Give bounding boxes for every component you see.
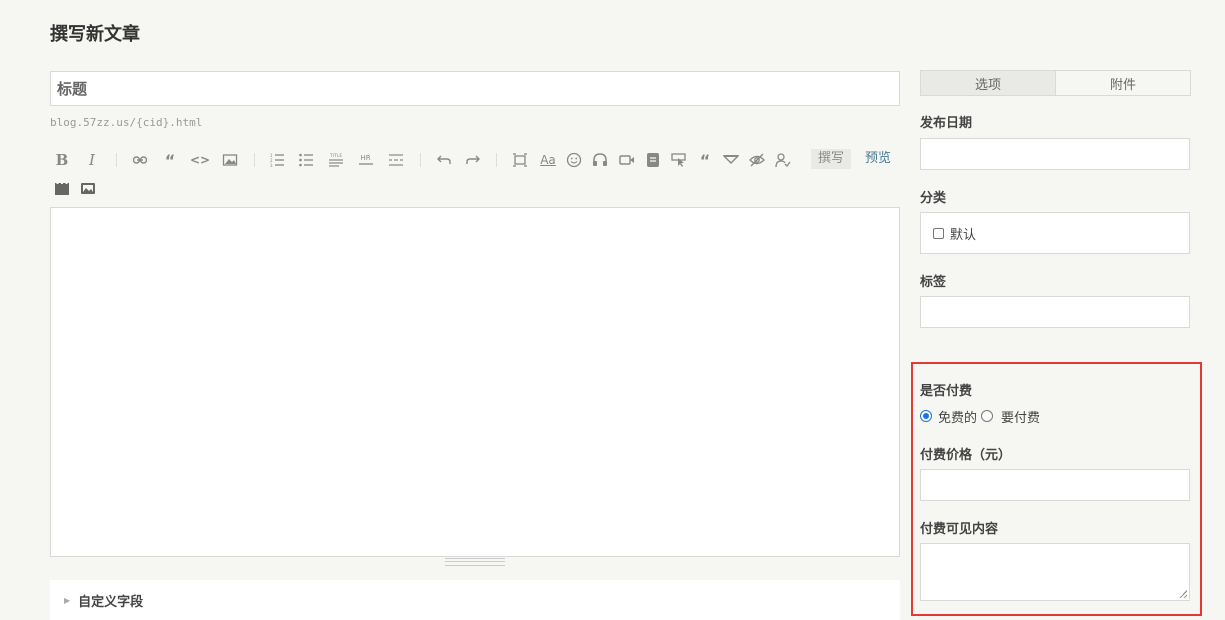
price-input[interactable] [920, 469, 1190, 501]
link-icon[interactable] [128, 148, 152, 172]
card-icon[interactable] [641, 148, 665, 172]
tab-attachments[interactable]: 附件 [1056, 71, 1190, 95]
textarea-resize-icon[interactable] [1179, 590, 1187, 598]
custom-fields-label: 自定义字段 [78, 594, 144, 610]
paid-content-textarea[interactable] [920, 543, 1190, 601]
title-icon[interactable]: TITLE [324, 148, 348, 172]
user-check-icon[interactable] [771, 148, 795, 172]
category-box: 默认 [920, 212, 1190, 254]
mode-preview-button[interactable]: 预览 [865, 149, 891, 169]
content-editor[interactable] [50, 207, 900, 557]
redo-icon[interactable] [461, 148, 485, 172]
paid-label: 是否付费 [920, 384, 973, 399]
video-icon[interactable] [615, 148, 639, 172]
hide-icon[interactable] [719, 148, 743, 172]
button-icon[interactable] [667, 148, 691, 172]
publish-date-input[interactable] [920, 138, 1190, 170]
emoji-icon[interactable] [562, 148, 586, 172]
editor-resize-handle[interactable] [445, 558, 505, 566]
tags-input[interactable] [920, 296, 1190, 328]
title-input[interactable]: 标题 [50, 71, 900, 106]
gallery-icon[interactable] [76, 176, 100, 200]
paid-content-label: 付费可见内容 [920, 522, 999, 537]
editor-toolbar: B I “ <> 123 TITLE HR Aa “ 撰写 预览 [50, 146, 900, 202]
paid-radio-group: 免费的 要付费 [920, 406, 1040, 426]
more-icon[interactable] [384, 148, 408, 172]
image-icon[interactable] [218, 148, 242, 172]
eye-off-icon[interactable] [745, 148, 769, 172]
audio-icon[interactable] [588, 148, 612, 172]
tab-options[interactable]: 选项 [921, 71, 1056, 95]
undo-icon[interactable] [432, 148, 456, 172]
tags-label: 标签 [920, 275, 947, 290]
svg-text:3: 3 [270, 163, 273, 168]
radio-free-label: 免费的 [938, 410, 978, 426]
price-label: 付费价格（元） [920, 448, 1012, 463]
radio-paid-label: 要付费 [1001, 410, 1041, 426]
category-label: 分类 [920, 191, 947, 206]
unordered-list-icon[interactable] [294, 148, 318, 172]
caret-right-icon: ▶ [64, 595, 71, 605]
bold-icon[interactable]: B [50, 148, 74, 172]
publish-date-label: 发布日期 [920, 116, 973, 131]
italic-icon[interactable]: I [80, 148, 104, 172]
radio-free[interactable] [920, 410, 932, 422]
category-default-checkbox[interactable] [933, 227, 944, 239]
mode-write-button[interactable]: 撰写 [811, 149, 852, 169]
radio-paid[interactable] [981, 410, 994, 422]
quote-icon[interactable]: “ [693, 148, 717, 172]
ordered-list-icon[interactable]: 123 [265, 148, 289, 172]
page-title: 撰写新文章 [50, 24, 140, 45]
hr-icon[interactable]: HR [354, 148, 378, 172]
fullscreen-icon[interactable] [508, 148, 532, 172]
font-icon[interactable]: Aa [536, 148, 560, 172]
film-icon[interactable] [50, 176, 74, 200]
code-icon[interactable]: <> [188, 148, 212, 172]
url-hint: blog.57zz.us/{cid}.html [50, 116, 203, 129]
svg-text:TITLE: TITLE [329, 153, 342, 159]
sidebar-tabs: 选项 附件 [920, 70, 1191, 96]
svg-text:HR: HR [361, 154, 371, 162]
category-default-label: 默认 [950, 227, 977, 243]
custom-fields-section[interactable]: ▶ 自定义字段 [50, 580, 900, 620]
blockquote-icon[interactable]: “ [158, 148, 182, 172]
